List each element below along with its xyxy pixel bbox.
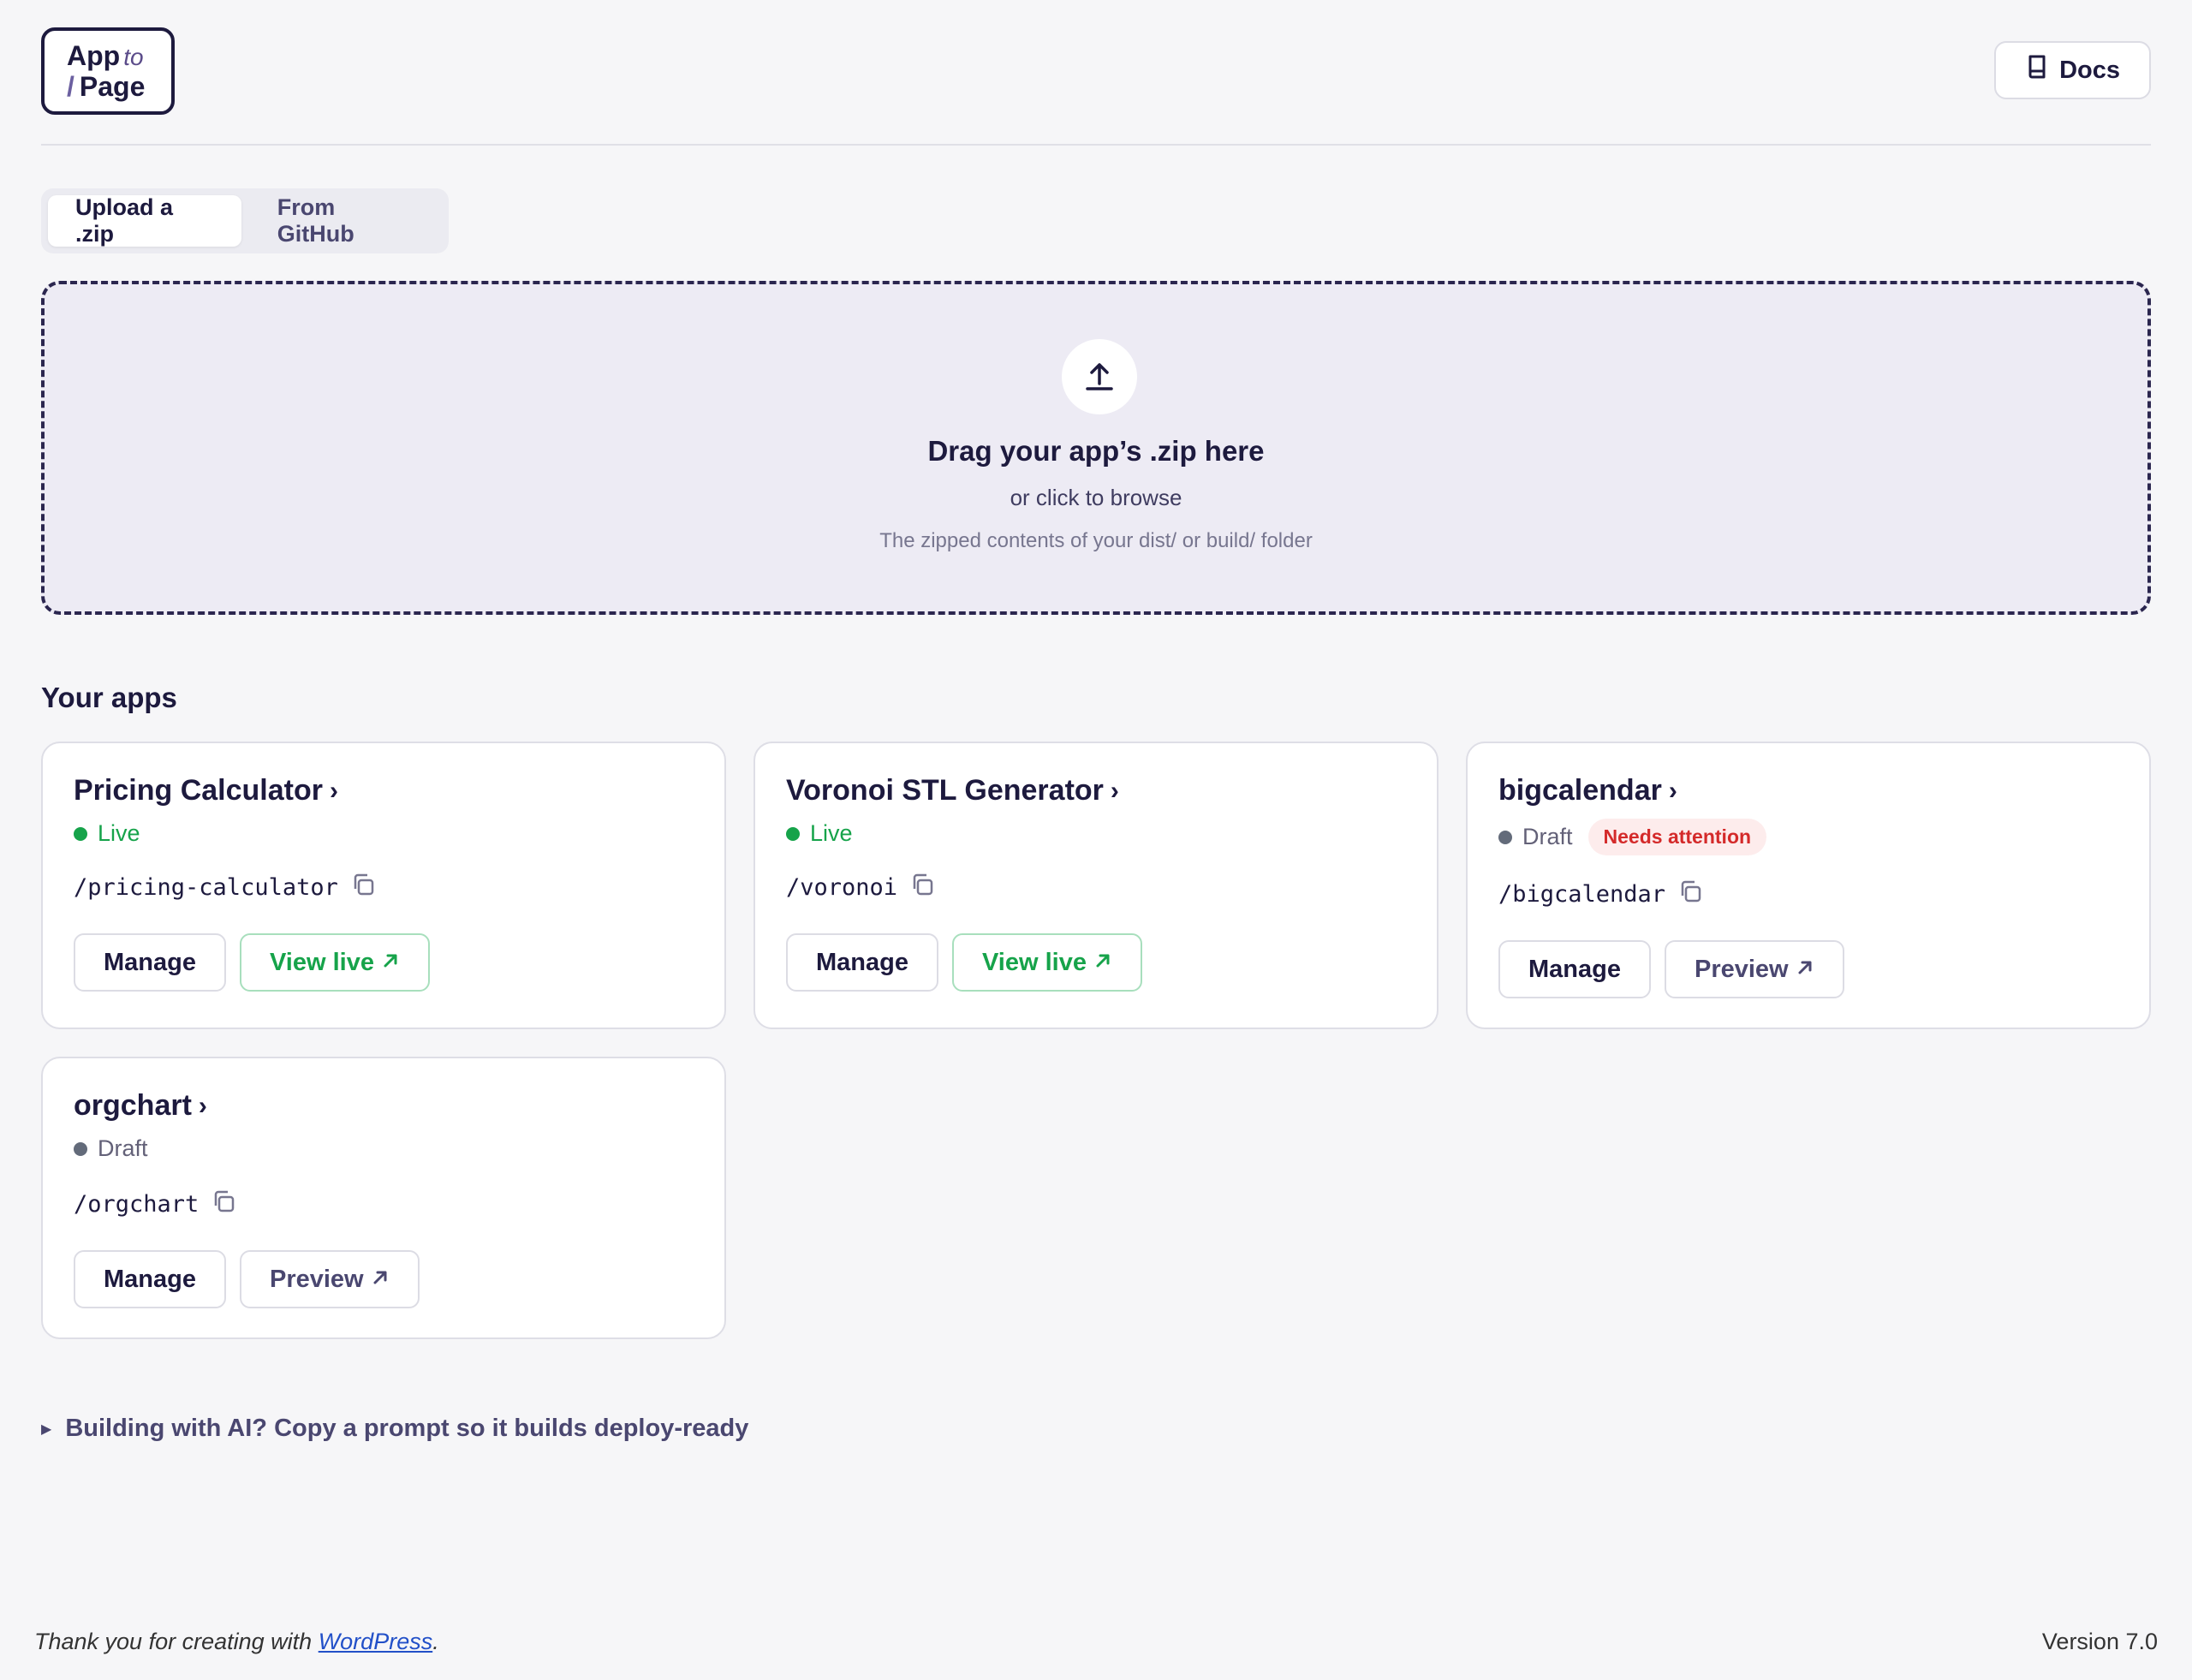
docs-button[interactable]: Docs: [1994, 41, 2151, 99]
logo-slash: /: [67, 71, 74, 102]
preview-label: Preview: [1694, 955, 1789, 983]
slug-row: /bigcalendar: [1498, 879, 1703, 910]
manage-button[interactable]: Manage: [786, 933, 938, 992]
tab-upload-zip[interactable]: Upload a .zip: [48, 194, 241, 247]
app-slug: /bigcalendar: [1498, 881, 1666, 908]
manage-button[interactable]: Manage: [74, 933, 226, 992]
app-name: bigcalendar: [1498, 774, 1662, 807]
status-dot-icon: [74, 826, 87, 841]
app-title-link[interactable]: Pricing Calculator ›: [74, 774, 338, 807]
external-arrow-icon: [381, 949, 400, 977]
external-arrow-icon: [371, 1266, 390, 1294]
status-label: Draft: [1522, 824, 1573, 849]
status-dot-icon: [1498, 830, 1512, 844]
chevron-right-icon: ›: [198, 1091, 207, 1120]
status-indicator: Draft Needs attention: [1498, 819, 1767, 855]
footer-thanks: Thank you for creating with WordPress.: [34, 1629, 439, 1655]
preview-label: Preview: [269, 1265, 364, 1293]
header-divider: [41, 144, 2151, 146]
source-tabs: Upload a .zip From GitHub: [41, 188, 449, 253]
external-arrow-icon: [1093, 949, 1112, 977]
dropzone-subtitle: or click to browse: [1010, 485, 1182, 510]
app-slug: /pricing-calculator: [74, 874, 338, 901]
logo-text-to: to: [123, 44, 144, 70]
app-slug: /orgchart: [74, 1191, 200, 1218]
footer-period: .: [432, 1629, 439, 1654]
app-card-bigcalendar: bigcalendar › Draft Needs attention /big…: [1466, 742, 2151, 1029]
app-slug: /voronoi: [786, 874, 898, 901]
app-logo[interactable]: App to / Page: [41, 27, 175, 115]
copy-icon[interactable]: [211, 1189, 236, 1220]
logo-text-app: App: [67, 40, 121, 71]
app-title-link[interactable]: orgchart ›: [74, 1089, 207, 1123]
app-card-voronoi: Voronoi STL Generator › Live /voronoi Ma…: [754, 742, 1438, 1029]
chevron-right-icon: ›: [1110, 776, 1119, 805]
view-live-label: View live: [981, 948, 1087, 976]
copy-icon[interactable]: [909, 872, 935, 903]
copy-icon[interactable]: [1677, 879, 1703, 910]
wordpress-link[interactable]: WordPress: [319, 1629, 433, 1654]
slug-row: /voronoi: [786, 872, 935, 903]
status-dot-icon: [786, 826, 800, 841]
status-label: Live: [98, 820, 140, 846]
disclosure-label: Building with AI? Copy a prompt so it bu…: [65, 1415, 749, 1442]
app-title-link[interactable]: bigcalendar ›: [1498, 774, 1677, 807]
footer-version: Version 7.0: [2041, 1629, 2158, 1654]
ai-prompt-disclosure[interactable]: ▶ Building with AI? Copy a prompt so it …: [41, 1415, 748, 1443]
status-label: Draft: [98, 1135, 148, 1161]
chevron-right-icon: ›: [329, 776, 338, 805]
slug-row: /orgchart: [74, 1189, 236, 1220]
book-icon: [2027, 55, 2047, 86]
your-apps-heading: Your apps: [41, 682, 177, 713]
preview-button[interactable]: Preview: [1664, 940, 1844, 998]
app-name: Pricing Calculator: [74, 774, 323, 807]
manage-button[interactable]: Manage: [1498, 940, 1651, 998]
status-dot-icon: [74, 1141, 87, 1156]
view-live-label: View live: [269, 948, 374, 976]
manage-button[interactable]: Manage: [74, 1250, 226, 1308]
status-label: Live: [810, 820, 853, 846]
footer-thanks-text: Thank you for creating with: [34, 1629, 313, 1654]
tab-from-github[interactable]: From GitHub: [250, 194, 442, 247]
upload-icon: [1062, 339, 1137, 414]
status-indicator: Live: [786, 820, 853, 847]
view-live-button[interactable]: View live: [951, 933, 1142, 992]
dropzone-hint: The zipped contents of your dist/ or bui…: [879, 529, 1313, 552]
status-indicator: Draft: [74, 1135, 148, 1162]
disclosure-triangle-icon: ▶: [41, 1421, 52, 1437]
preview-button[interactable]: Preview: [239, 1250, 420, 1308]
docs-label: Docs: [2059, 56, 2120, 84]
needs-attention-badge: Needs attention: [1587, 819, 1767, 855]
slug-row: /pricing-calculator: [74, 872, 376, 903]
dropzone-title: Drag your app’s .zip here: [927, 435, 1265, 467]
app-card-orgchart: orgchart › Draft /orgchart Manage Previe…: [41, 1057, 726, 1339]
app-card-pricing-calculator: Pricing Calculator › Live /pricing-calcu…: [41, 742, 726, 1029]
zip-dropzone[interactable]: Drag your app’s .zip here or click to br…: [41, 281, 2151, 615]
external-arrow-icon: [1796, 956, 1814, 984]
app-title-link[interactable]: Voronoi STL Generator ›: [786, 774, 1119, 807]
status-indicator: Live: [74, 820, 140, 847]
app-name: orgchart: [74, 1089, 192, 1122]
copy-icon[interactable]: [350, 872, 376, 903]
app-name: Voronoi STL Generator: [786, 774, 1104, 807]
logo-text-page: Page: [79, 71, 146, 102]
view-live-button[interactable]: View live: [239, 933, 430, 992]
chevron-right-icon: ›: [1668, 776, 1677, 805]
